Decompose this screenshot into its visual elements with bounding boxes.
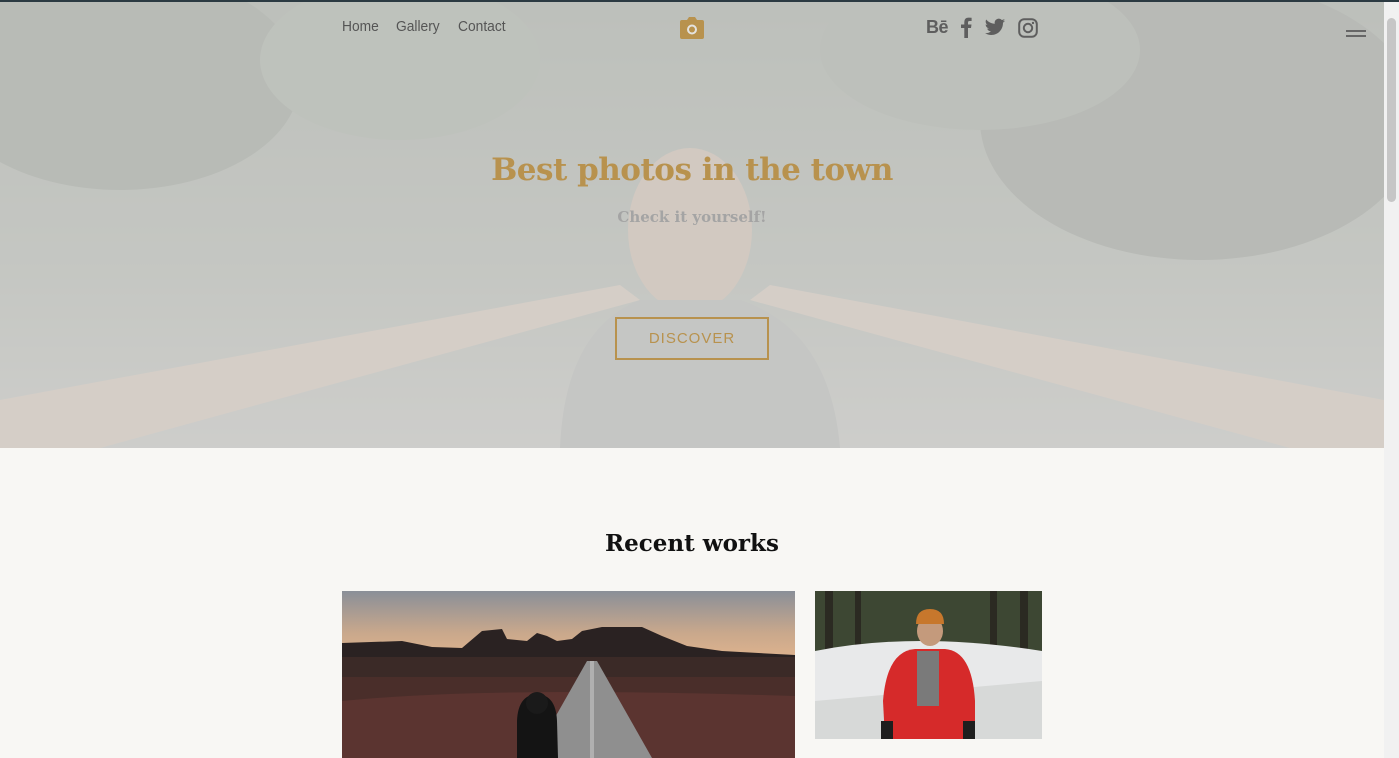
nav-contact-link[interactable]: Contact	[458, 18, 506, 35]
discover-button[interactable]: DISCOVER	[615, 317, 769, 360]
man-photo	[815, 591, 1042, 739]
hero-section: Home Gallery Contact Bē Best photos in t…	[0, 0, 1384, 448]
main-nav: Home Gallery Contact	[342, 18, 509, 35]
twitter-icon[interactable]	[984, 16, 1006, 38]
nav-gallery-link[interactable]: Gallery	[396, 18, 440, 35]
recent-work-image-road[interactable]	[342, 591, 795, 758]
hamburger-menu-icon[interactable]	[1346, 30, 1366, 38]
facebook-icon[interactable]	[960, 16, 972, 38]
social-links: Bē	[926, 16, 1038, 38]
scrollbar-thumb[interactable]	[1387, 18, 1396, 202]
road-photo	[342, 591, 795, 758]
camera-icon[interactable]	[680, 17, 704, 39]
nav-home-link[interactable]: Home	[342, 18, 379, 35]
hero-subtitle: Check it yourself!	[617, 208, 767, 226]
instagram-icon[interactable]	[1018, 16, 1038, 38]
top-border	[0, 0, 1399, 2]
recent-works-title: Recent works	[605, 530, 779, 557]
behance-icon[interactable]: Bē	[926, 16, 949, 38]
hero-title: Best photos in the town	[491, 152, 893, 188]
page-scrollbar[interactable]	[1384, 0, 1399, 758]
recent-work-image-man[interactable]	[815, 591, 1042, 739]
